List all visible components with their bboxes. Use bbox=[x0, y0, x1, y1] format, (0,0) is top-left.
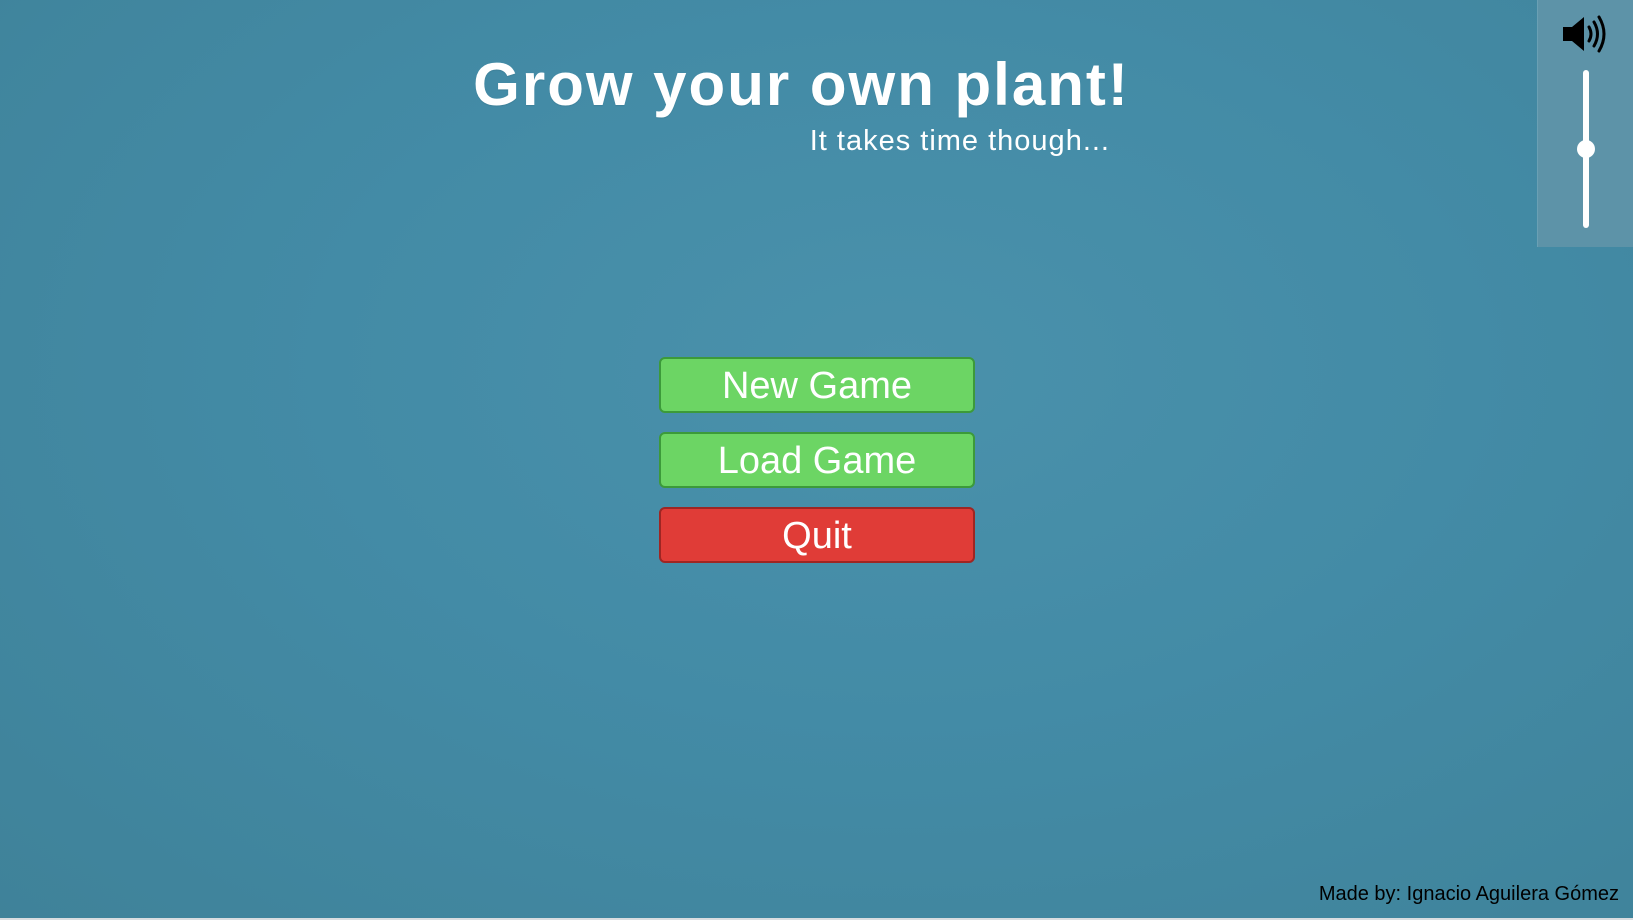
load-game-button[interactable]: Load Game bbox=[659, 432, 975, 488]
game-title: Grow your own plant! bbox=[473, 51, 1130, 118]
game-subtitle: It takes time though... bbox=[809, 125, 1110, 157]
volume-panel bbox=[1537, 0, 1633, 247]
main-menu: New Game Load Game Quit bbox=[659, 357, 975, 582]
volume-slider-handle[interactable] bbox=[1577, 140, 1595, 158]
credits-text: Made by: Ignacio Aguilera Gómez bbox=[1318, 883, 1619, 905]
speaker-volume-icon[interactable] bbox=[1561, 14, 1611, 54]
new-game-button[interactable]: New Game bbox=[659, 357, 975, 413]
quit-button[interactable]: Quit bbox=[659, 507, 975, 563]
